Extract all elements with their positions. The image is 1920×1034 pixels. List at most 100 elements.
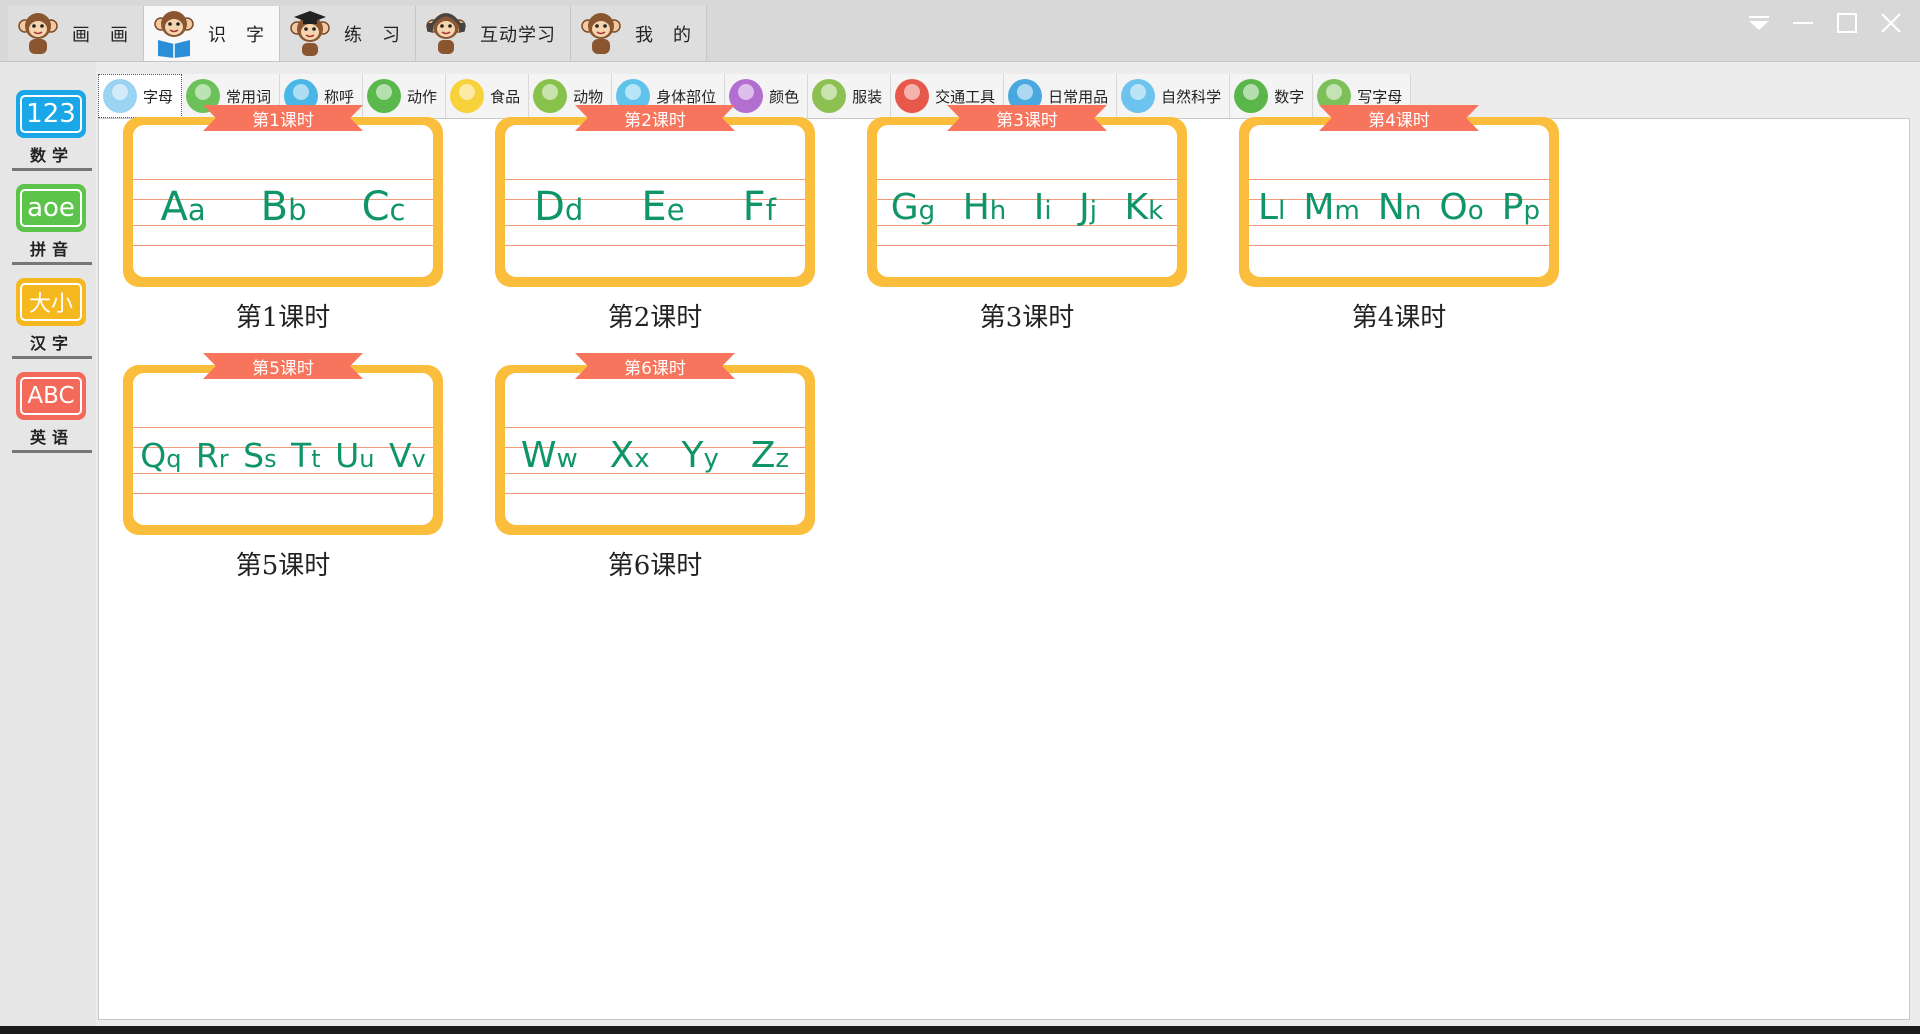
monkey-reading-icon — [154, 10, 194, 58]
letter-pair: Zz — [751, 435, 789, 476]
main-tabs: 画 画 识 字 练 习 互动学习 我 的 — [8, 6, 707, 61]
sidebar-item-pinyin[interactable]: aoe 拼音 — [12, 180, 92, 265]
letter-pair: Kk — [1125, 187, 1164, 228]
lesson-label: 第4课时 — [1351, 303, 1447, 333]
uppercase-letter: J — [1079, 186, 1090, 228]
uppercase-letter: N — [1377, 186, 1405, 228]
lesson-label: 第6课时 — [607, 551, 703, 581]
uppercase-letter: G — [890, 186, 919, 228]
lesson-ribbon: 第1课时 — [203, 105, 363, 131]
lowercase-letter: s — [264, 444, 277, 473]
lesson-card-body: Qq Rr Ss Tt Uu Vv — [133, 373, 433, 525]
minimize-button[interactable] — [1786, 8, 1820, 38]
uppercase-letter: X — [609, 434, 635, 476]
uppercase-letter: Y — [681, 434, 704, 476]
letter-pair: Pp — [1502, 187, 1540, 228]
uppercase-letter: M — [1303, 186, 1335, 228]
letter-pair: Cc — [362, 184, 406, 230]
guide-line — [505, 493, 805, 494]
lesson-label: 第5课时 — [235, 551, 331, 581]
category-label: 自然科学 — [1161, 87, 1222, 106]
letter-pairs: Ll Mm Nn Oo Pp — [1249, 177, 1549, 237]
lowercase-letter: n — [1404, 195, 1422, 226]
uppercase-letter: V — [388, 435, 412, 475]
lowercase-letter: c — [389, 193, 406, 227]
close-button[interactable] — [1874, 8, 1908, 38]
letter-pair: Xx — [610, 435, 650, 476]
category-label: 服装 — [852, 87, 883, 106]
sidebar-item-hanzi[interactable]: 大小 汉字 — [12, 274, 92, 359]
main-tab-label: 互动学习 — [480, 24, 556, 46]
lowercase-letter: i — [1044, 195, 1052, 226]
letter-pair: Ss — [243, 436, 276, 475]
sidebar-item-label: 拼音 — [29, 240, 74, 259]
lowercase-letter: o — [1467, 195, 1484, 226]
letter-pairs: Aa Bb Cc — [133, 177, 433, 237]
lowercase-letter: w — [556, 443, 578, 474]
sidebar-icon-text: 123 — [26, 99, 76, 129]
sidebar-item-label: 英语 — [29, 428, 74, 447]
monkey-headset-icon — [426, 12, 466, 54]
letter-pairs: Qq Rr Ss Tt Uu Vv — [133, 425, 433, 485]
uppercase-letter: U — [335, 435, 360, 475]
main-tab-literacy[interactable]: 识 字 — [144, 6, 280, 61]
lowercase-letter: b — [288, 193, 307, 227]
subject-sidebar: 123 数学 aoe 拼音 大小 汉字 ABC 英语 — [0, 62, 96, 1026]
letter-pairs: Ww Xx Yy Zz — [505, 425, 805, 485]
lesson-card[interactable]: Dd Ee Ff 第2课时 第2课时 — [495, 105, 815, 335]
triangle-down-icon — [1749, 16, 1769, 30]
english-abc-icon: ABC — [16, 372, 86, 420]
lowercase-letter: t — [311, 444, 321, 473]
lowercase-letter: m — [1334, 195, 1360, 226]
uppercase-letter: O — [1439, 186, 1468, 228]
letter-pair: Ii — [1034, 187, 1052, 228]
letter-pair: Ll — [1258, 187, 1285, 228]
sidebar-item-english[interactable]: ABC 英语 — [12, 368, 92, 453]
lesson-card[interactable]: Ww Xx Yy Zz 第6课时 第6课时 — [495, 353, 815, 583]
lowercase-letter: p — [1523, 195, 1540, 226]
sidebar-item-label: 数学 — [29, 146, 74, 165]
main-tab-draw[interactable]: 画 画 — [8, 6, 144, 61]
lesson-card[interactable]: Qq Rr Ss Tt Uu Vv 第5课时 第5课时 — [123, 353, 443, 583]
letter-pair: Uu — [335, 436, 374, 475]
lesson-card[interactable]: Gg Hh Ii Jj Kk 第3课时 第3课时 — [867, 105, 1187, 335]
lesson-card[interactable]: Ll Mm Nn Oo Pp 第4课时 第4课时 — [1239, 105, 1559, 335]
guide-line — [877, 245, 1177, 246]
main-tab-mine[interactable]: 我 的 — [571, 6, 707, 61]
lesson-ribbon: 第2课时 — [575, 105, 735, 131]
main-tab-practice[interactable]: 练 习 — [280, 6, 416, 61]
guide-line — [505, 245, 805, 246]
category-label: 数字 — [1274, 87, 1305, 106]
lowercase-letter: z — [775, 443, 790, 474]
lowercase-letter: l — [1278, 195, 1286, 226]
letter-pair: Dd — [534, 184, 583, 230]
lesson-card-frame: Ll Mm Nn Oo Pp — [1239, 117, 1559, 287]
letter-pair: Rr — [196, 436, 229, 475]
lowercase-letter: a — [187, 193, 206, 227]
uppercase-letter: Z — [750, 434, 776, 476]
uppercase-letter: T — [291, 435, 312, 475]
main-tab-label: 我 的 — [635, 24, 692, 46]
category-label: 食品 — [490, 87, 521, 106]
uppercase-letter: H — [962, 186, 990, 228]
maximize-button[interactable] — [1830, 8, 1864, 38]
lesson-card-frame: Gg Hh Ii Jj Kk — [867, 117, 1187, 287]
sidebar-icon-text: aoe — [27, 193, 75, 223]
uppercase-letter: A — [160, 184, 188, 230]
sidebar-item-math[interactable]: 123 数学 — [12, 86, 92, 171]
category-label: 身体部位 — [656, 87, 717, 106]
lowercase-letter: x — [634, 443, 650, 474]
dropdown-menu-button[interactable] — [1742, 8, 1776, 38]
lesson-card-body: Gg Hh Ii Jj Kk — [877, 125, 1177, 277]
main-tab-interactive[interactable]: 互动学习 — [416, 6, 571, 61]
main-tab-label: 画 画 — [72, 24, 129, 46]
lesson-label: 第2课时 — [607, 303, 703, 333]
category-label: 动物 — [573, 87, 604, 106]
lesson-ribbon: 第6课时 — [575, 353, 735, 379]
lesson-card-body: Dd Ee Ff — [505, 125, 805, 277]
sidebar-icon-text: 大小 — [28, 292, 73, 317]
lesson-card[interactable]: Aa Bb Cc 第1课时 第1课时 — [123, 105, 443, 335]
window-bottom-edge — [0, 1026, 1920, 1034]
category-label: 常用词 — [226, 87, 272, 106]
uppercase-letter: S — [243, 435, 265, 475]
